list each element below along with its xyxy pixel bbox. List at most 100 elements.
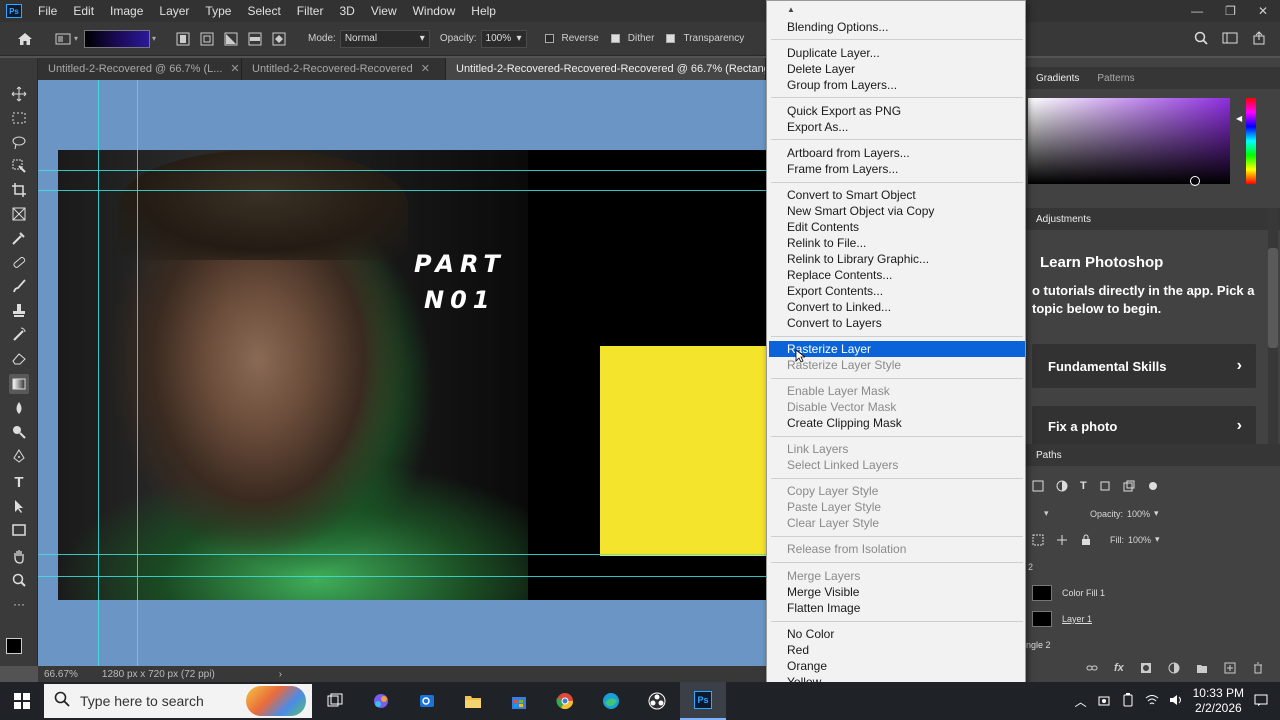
- edge-icon[interactable]: [588, 682, 634, 720]
- menu-select-linked-layers[interactable]: Select Linked Layers: [769, 457, 1025, 473]
- workspace-icon[interactable]: [1222, 31, 1238, 48]
- tab-paths[interactable]: Paths: [1036, 450, 1062, 461]
- chevron-down-icon[interactable]: ▾: [1044, 508, 1049, 519]
- menu-help[interactable]: Help: [463, 0, 504, 22]
- tab-document-1[interactable]: Untitled-2-Recovered @ 66.7% (L... ✕: [38, 58, 242, 80]
- chevron-right-icon[interactable]: ›: [279, 669, 282, 680]
- lock-pixels-icon[interactable]: [1032, 534, 1044, 549]
- lasso-tool-icon[interactable]: [9, 132, 29, 152]
- artwork-canvas[interactable]: PART N01: [58, 150, 766, 600]
- menu-relink-to-file[interactable]: Relink to File...: [769, 235, 1025, 251]
- menu-create-clipping-mask[interactable]: Create Clipping Mask: [769, 415, 1025, 431]
- path-selection-tool-icon[interactable]: [9, 496, 29, 516]
- security-icon[interactable]: [1097, 693, 1111, 710]
- menu-edit[interactable]: Edit: [65, 0, 102, 22]
- menu-select[interactable]: Select: [239, 0, 288, 22]
- filter-toggle-icon[interactable]: [1147, 480, 1159, 495]
- menu-view[interactable]: View: [363, 0, 405, 22]
- diamond-gradient-icon[interactable]: [270, 30, 288, 48]
- menu-color-none[interactable]: No Color: [769, 626, 1025, 642]
- home-icon[interactable]: [16, 30, 34, 48]
- lock-position-icon[interactable]: [1056, 534, 1068, 549]
- layer-mask-icon[interactable]: [1140, 662, 1152, 677]
- copilot-icon[interactable]: [358, 682, 404, 720]
- frame-tool-icon[interactable]: [9, 204, 29, 224]
- chevron-down-icon[interactable]: ▾: [74, 34, 78, 43]
- guide-horizontal[interactable]: [38, 554, 766, 555]
- layer-row-layer-1[interactable]: Layer 1: [1026, 606, 1280, 632]
- guide-vertical[interactable]: [137, 80, 138, 666]
- opacity-value[interactable]: 100%: [1127, 509, 1150, 519]
- dodge-tool-icon[interactable]: [9, 422, 29, 442]
- menu-layer[interactable]: Layer: [151, 0, 197, 22]
- layer-opacity-control[interactable]: Opacity: 100% ▾: [1090, 508, 1159, 519]
- healing-brush-tool-icon[interactable]: [9, 252, 29, 272]
- photoshop-taskbar-icon[interactable]: Ps: [680, 682, 726, 720]
- menu-disable-vector-mask[interactable]: Disable Vector Mask: [769, 399, 1025, 415]
- color-picker-field[interactable]: [1028, 98, 1230, 184]
- yellow-rectangle-shape[interactable]: [600, 346, 766, 556]
- learn-scrollbar[interactable]: [1268, 208, 1278, 444]
- menu-export-as[interactable]: Export As...: [769, 119, 1025, 135]
- angle-gradient-icon[interactable]: [222, 30, 240, 48]
- chevron-up-icon[interactable]: ︿: [1075, 693, 1087, 710]
- close-icon[interactable]: ✕: [421, 58, 430, 80]
- lock-all-icon[interactable]: [1080, 534, 1092, 549]
- menu-paste-layer-style[interactable]: Paste Layer Style: [769, 499, 1025, 515]
- menu-merge-visible[interactable]: Merge Visible: [769, 584, 1025, 600]
- rectangle-tool-icon[interactable]: [9, 520, 29, 540]
- adjustment-layer-icon[interactable]: [1168, 662, 1180, 677]
- menu-relink-library-graphic[interactable]: Relink to Library Graphic...: [769, 251, 1025, 267]
- filter-pixel-icon[interactable]: [1032, 480, 1044, 495]
- dither-checkbox[interactable]: [610, 34, 620, 43]
- menu-release-from-isolation[interactable]: Release from Isolation: [769, 541, 1025, 557]
- new-layer-icon[interactable]: [1224, 662, 1236, 677]
- gradient-tool-icon[interactable]: [9, 374, 29, 394]
- hue-slider[interactable]: [1246, 98, 1256, 184]
- menu-artboard-from-layers[interactable]: Artboard from Layers...: [769, 145, 1025, 161]
- linear-gradient-icon[interactable]: [174, 30, 192, 48]
- guide-vertical[interactable]: [98, 80, 99, 666]
- menu-window[interactable]: Window: [405, 0, 464, 22]
- menu-file[interactable]: File: [30, 0, 65, 22]
- reverse-checkbox[interactable]: [544, 34, 554, 43]
- eraser-tool-icon[interactable]: [9, 348, 29, 368]
- reflected-gradient-icon[interactable]: [246, 30, 264, 48]
- menu-3d[interactable]: 3D: [331, 0, 362, 22]
- task-view-icon[interactable]: [312, 682, 358, 720]
- history-brush-tool-icon[interactable]: [9, 324, 29, 344]
- hue-pointer-icon[interactable]: ◀: [1236, 114, 1242, 123]
- menu-frame-from-layers[interactable]: Frame from Layers...: [769, 161, 1025, 177]
- crop-tool-icon[interactable]: [9, 180, 29, 200]
- clone-stamp-tool-icon[interactable]: [9, 300, 29, 320]
- menu-replace-contents[interactable]: Replace Contents...: [769, 267, 1025, 283]
- menu-type[interactable]: Type: [197, 0, 239, 22]
- gradient-tool-preset-icon[interactable]: [54, 30, 72, 48]
- network-icon[interactable]: [1145, 693, 1159, 710]
- transparency-checkbox[interactable]: [666, 34, 676, 43]
- radial-gradient-icon[interactable]: [198, 30, 216, 48]
- opacity-input[interactable]: 100% ▾: [480, 29, 527, 48]
- menu-blending-options[interactable]: Blending Options...: [769, 19, 1025, 35]
- menu-image[interactable]: Image: [102, 0, 151, 22]
- menu-copy-layer-style[interactable]: Copy Layer Style: [769, 483, 1025, 499]
- card-fundamental-skills[interactable]: Fundamental Skills ›: [1032, 344, 1256, 388]
- blur-tool-icon[interactable]: [9, 398, 29, 418]
- menu-link-layers[interactable]: Link Layers: [769, 441, 1025, 457]
- start-button[interactable]: [0, 682, 44, 720]
- outlook-icon[interactable]: [404, 682, 450, 720]
- layer-style-icon[interactable]: fx: [1114, 662, 1124, 677]
- layer-row-rectangle[interactable]: ngle 2: [1026, 632, 1280, 658]
- filter-shape-icon[interactable]: [1099, 480, 1111, 495]
- menu-convert-to-layers[interactable]: Convert to Layers: [769, 315, 1025, 331]
- search-icon[interactable]: [1194, 31, 1208, 48]
- minimize-icon[interactable]: —: [1191, 0, 1203, 22]
- menu-convert-to-linked[interactable]: Convert to Linked...: [769, 299, 1025, 315]
- hand-tool-icon[interactable]: [9, 546, 29, 566]
- menu-convert-smart-object[interactable]: Convert to Smart Object: [769, 187, 1025, 203]
- close-icon[interactable]: ✕: [1258, 0, 1268, 22]
- foreground-color-swatch[interactable]: [6, 638, 22, 654]
- type-tool-icon[interactable]: T: [9, 472, 29, 492]
- menu-clear-layer-style[interactable]: Clear Layer Style: [769, 515, 1025, 531]
- close-icon[interactable]: ✕: [230, 58, 239, 80]
